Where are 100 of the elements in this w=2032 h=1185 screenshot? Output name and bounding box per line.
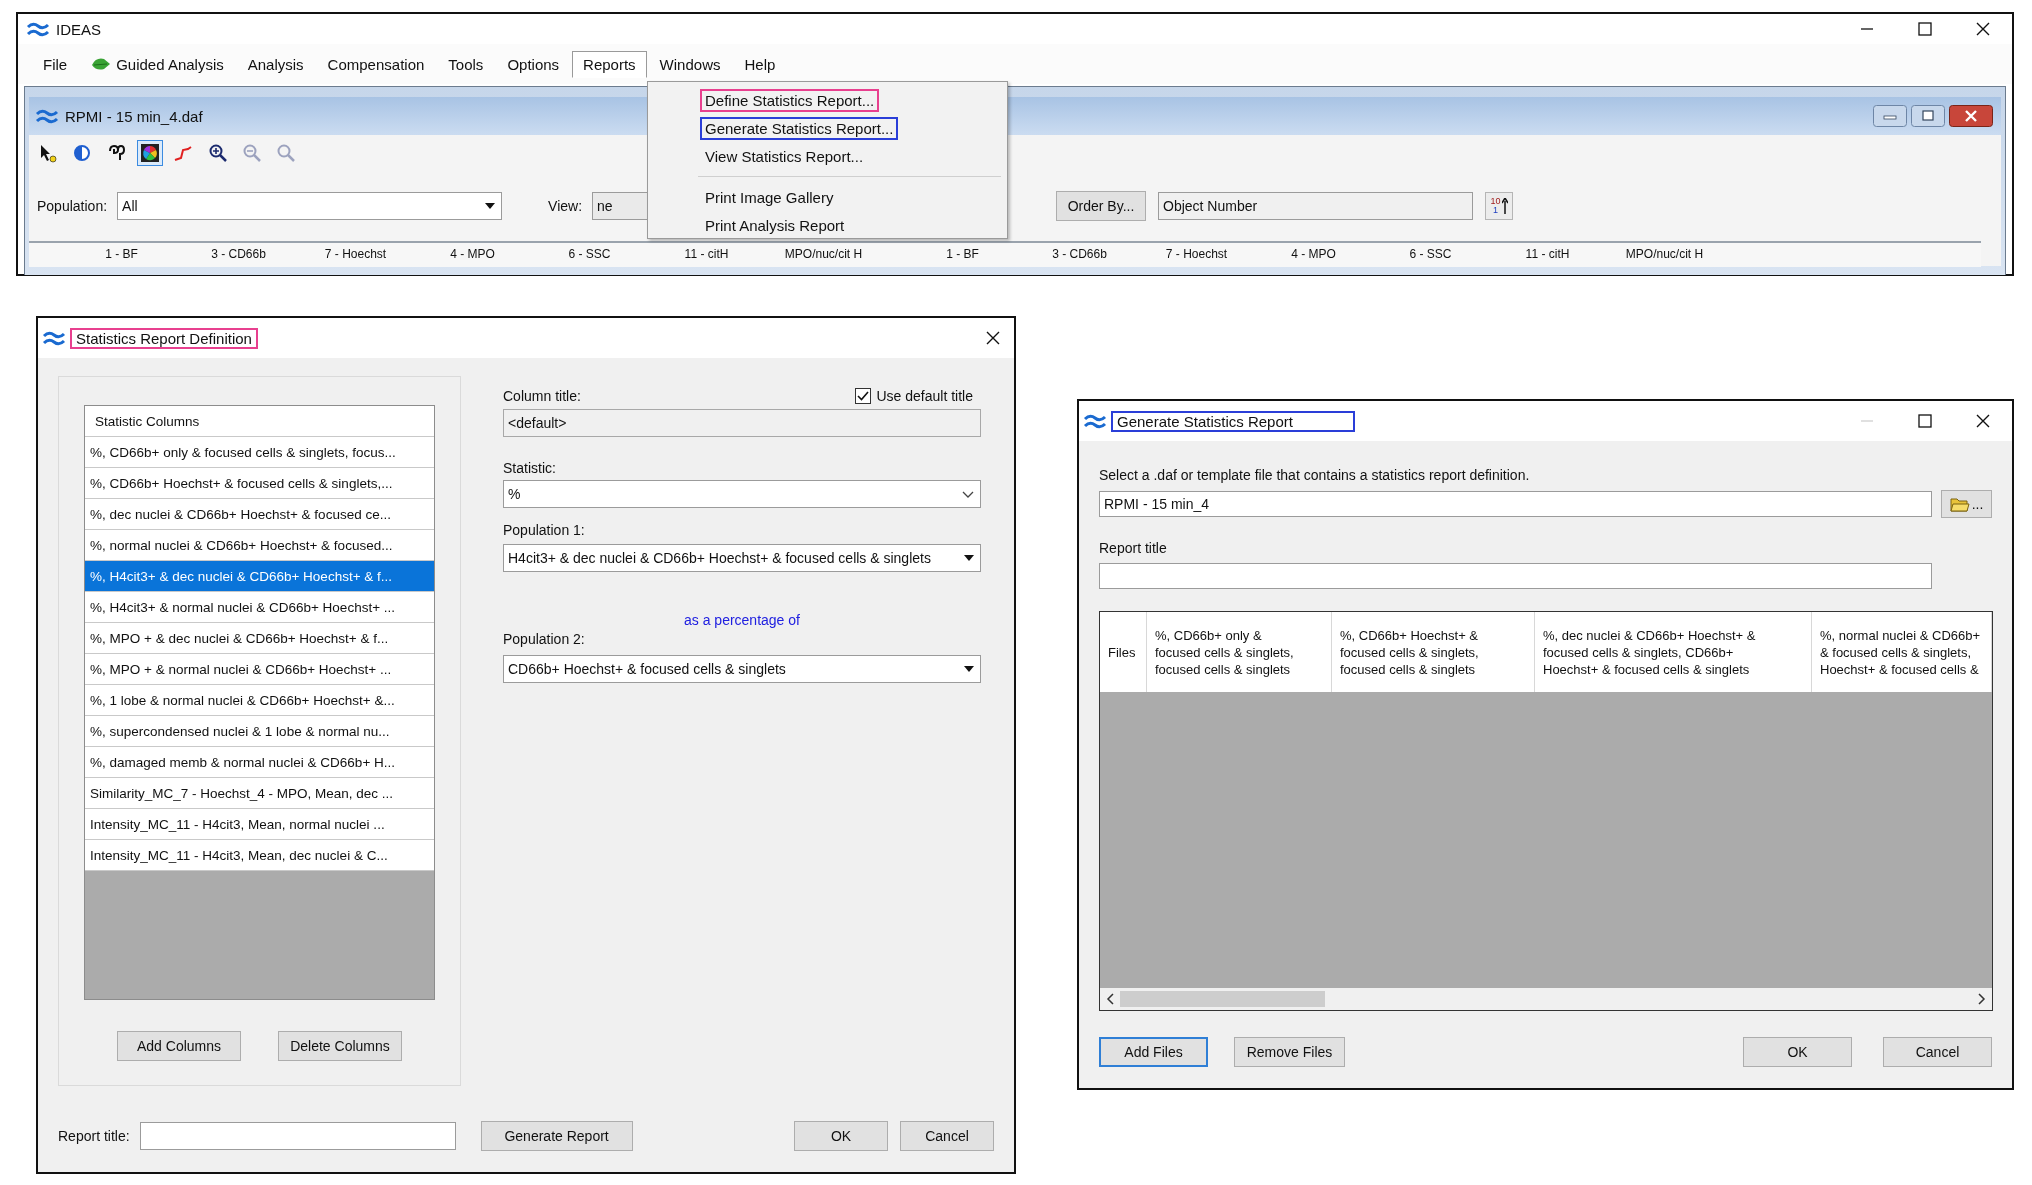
list-header: Statistic Columns xyxy=(85,406,434,437)
menu-option[interactable]: Generate Statistics Report... xyxy=(700,116,899,140)
population-dropdown[interactable]: H4cit3+ & dec nuclei & CD66b+ Hoechst+ & focused cells & singlets xyxy=(503,544,981,572)
channel-header[interactable]: 7 - Hoechst xyxy=(1138,243,1255,267)
percentage-text: as a percentage of xyxy=(684,612,800,628)
list-item[interactable]: Intensity_MC_11 - H4cit3, Mean, dec nuclei & C... xyxy=(85,840,434,871)
statistic-dropdown[interactable]: % xyxy=(503,480,981,508)
cancel-button[interactable]: Cancel xyxy=(900,1121,994,1151)
menu-item[interactable]: Guided Analysis xyxy=(80,50,235,78)
leaf-icon xyxy=(91,56,112,72)
menu-item[interactable]: Analysis xyxy=(236,50,315,78)
order-field[interactable]: Object Number xyxy=(1158,192,1473,220)
channel-header[interactable]: 11 - citH xyxy=(1489,243,1606,267)
channel-header[interactable]: 1 - BF xyxy=(63,243,180,267)
menu-item[interactable]: Options xyxy=(496,50,571,78)
maximize-icon[interactable] xyxy=(1918,22,1932,36)
report-title-field[interactable] xyxy=(1099,563,1932,589)
list-item[interactable]: %, normal nuclei & CD66b+ Hoechst+ & focused... xyxy=(85,530,434,561)
folder-icon xyxy=(1949,496,1970,512)
channel-header[interactable]: 6 - SSC xyxy=(531,243,648,267)
menu-item[interactable]: Tools xyxy=(437,50,495,78)
cancel-button[interactable]: Cancel xyxy=(1883,1037,1992,1067)
menu-option[interactable]: View Statistics Report... xyxy=(700,144,869,168)
list-item[interactable]: %, H4cit3+ & normal nuclei & CD66b+ Hoechst+ ... xyxy=(85,592,434,623)
list-item[interactable]: Intensity_MC_11 - H4cit3, Mean, normal nuclei ... xyxy=(85,809,434,840)
delete-columns-button[interactable]: Delete Columns xyxy=(278,1031,402,1061)
file-field[interactable]: RPMI - 15 min_4 xyxy=(1099,491,1932,517)
channel-header[interactable]: 3 - CD66b xyxy=(180,243,297,267)
list-item[interactable]: %, 1 lobe & normal nuclei & CD66b+ Hoechst+ &... xyxy=(85,685,434,716)
chevron-icon xyxy=(962,490,974,498)
list-item[interactable]: %, dec nuclei & CD66b+ Hoechst+ & focused ce... xyxy=(85,499,434,530)
order-by-button[interactable]: Order By... xyxy=(1056,191,1146,221)
statistic-label: Statistic: xyxy=(503,460,557,476)
list-item[interactable]: Similarity_MC_7 - Hoechst_4 - MPO, Mean, dec ... xyxy=(85,778,434,809)
channel-header[interactable]: 4 - MPO xyxy=(414,243,531,267)
column-header: %, CD66b+ Hoechst+ & focused cells & singlets, focused cells & singlets xyxy=(1332,612,1535,692)
close-icon[interactable] xyxy=(986,331,1000,345)
menu-option[interactable]: Print Analysis Report xyxy=(700,213,850,237)
browse-button[interactable]: ... xyxy=(1941,490,1992,518)
channel-header[interactable]: 4 - MPO xyxy=(1255,243,1372,267)
channel-header[interactable]: MPO/nuc/cit H xyxy=(1606,243,1723,267)
column-header: Files xyxy=(1100,612,1147,692)
ok-button[interactable]: OK xyxy=(1743,1037,1852,1067)
generate-report-button[interactable]: Generate Report xyxy=(480,1121,633,1151)
channel-header[interactable]: 3 - CD66b xyxy=(1021,243,1138,267)
add-columns-button[interactable]: Add Columns xyxy=(117,1031,241,1061)
add-files-button[interactable]: Add Files xyxy=(1099,1037,1208,1067)
list-item[interactable]: %, damaged memb & normal nuclei & CD66b+ H... xyxy=(85,747,434,778)
list-item[interactable]: %, H4cit3+ & dec nuclei & CD66b+ Hoechst+ & f... xyxy=(85,561,434,592)
scroll-left-icon xyxy=(1106,993,1114,1005)
channel-header[interactable]: 6 - SSC xyxy=(1372,243,1489,267)
menu-item[interactable]: File xyxy=(32,50,79,78)
close-icon[interactable] xyxy=(1976,22,1990,36)
app-logo-icon xyxy=(1083,412,1107,430)
ok-button[interactable]: OK xyxy=(794,1121,888,1151)
menu-option[interactable]: Define Statistics Report... xyxy=(700,88,880,112)
menu-option[interactable]: Print Image Gallery xyxy=(700,185,839,209)
menu-item[interactable]: Windows xyxy=(648,50,732,78)
channel-header[interactable]: 11 - citH xyxy=(648,243,765,267)
list-item[interactable]: %, MPO + & normal nuclei & CD66b+ Hoechst+ ... xyxy=(85,654,434,685)
document-title: RPMI - 15 min_4.daf xyxy=(65,107,203,125)
report-title-field[interactable] xyxy=(139,1122,456,1150)
column-header: %, dec nuclei & CD66b+ Hoechst+ & focused cells & singlets, CD66b+ Hoechst+ & focused cells & singlets xyxy=(1535,612,1812,692)
channel-header[interactable]: 1 - BF xyxy=(904,243,1021,267)
menu-item[interactable]: Help xyxy=(733,50,787,78)
channel-header[interactable]: MPO/nuc/cit H xyxy=(765,243,882,267)
caret-icon xyxy=(964,555,974,561)
list-item[interactable]: %, CD66b+ only & focused cells & singlets, focus... xyxy=(85,437,434,468)
checkbox[interactable] xyxy=(854,388,871,404)
app-logo-icon xyxy=(35,107,59,125)
population-dropdown[interactable]: All xyxy=(117,192,503,220)
column-header: %, CD66b+ only & focused cells & singlets, focused cells & singlets xyxy=(1147,612,1332,692)
menu-item[interactable]: Reports xyxy=(572,50,647,78)
close-icon[interactable] xyxy=(1976,414,1990,428)
list-item[interactable]: %, supercondensed nuclei & 1 lobe & normal nu... xyxy=(85,716,434,747)
population-label: Population: xyxy=(37,198,108,214)
caret-icon xyxy=(485,203,496,209)
restore-button[interactable] xyxy=(1911,105,1945,127)
arrow-up-icon xyxy=(1501,198,1508,214)
dialog-title: Generate Statistics Report xyxy=(1111,410,1355,432)
app-logo-icon xyxy=(42,329,66,347)
sort-button[interactable]: 10 1 xyxy=(1485,192,1513,220)
list-item[interactable]: %, CD66b+ Hoechst+ & focused cells & singlets,... xyxy=(85,468,434,499)
column-title-field[interactable]: <default> xyxy=(503,409,981,437)
maximize-icon[interactable] xyxy=(1918,414,1932,428)
list-item[interactable]: %, MPO + & dec nuclei & CD66b+ Hoechst+ & f... xyxy=(85,623,434,654)
menu-item[interactable]: Compensation xyxy=(316,50,436,78)
color-wheel-icon[interactable] xyxy=(137,140,163,166)
app-logo-icon xyxy=(26,20,50,38)
population-label: Population 1: xyxy=(503,522,586,538)
population-label: Population 2: xyxy=(503,631,586,647)
scrollbar[interactable] xyxy=(1100,988,1992,1010)
window-title: IDEAS xyxy=(56,20,101,38)
minimize-button[interactable] xyxy=(1873,105,1907,127)
close-button[interactable] xyxy=(1949,105,1993,127)
instruction-text: Select a .daf or template file that contains a statistics report definition. xyxy=(1099,467,1531,483)
dialog-title: Statistics Report Definition xyxy=(70,327,258,349)
remove-files-button[interactable]: Remove Files xyxy=(1234,1037,1345,1067)
population-dropdown[interactable]: CD66b+ Hoechst+ & focused cells & singlets xyxy=(503,655,981,683)
channel-header[interactable]: 7 - Hoechst xyxy=(297,243,414,267)
